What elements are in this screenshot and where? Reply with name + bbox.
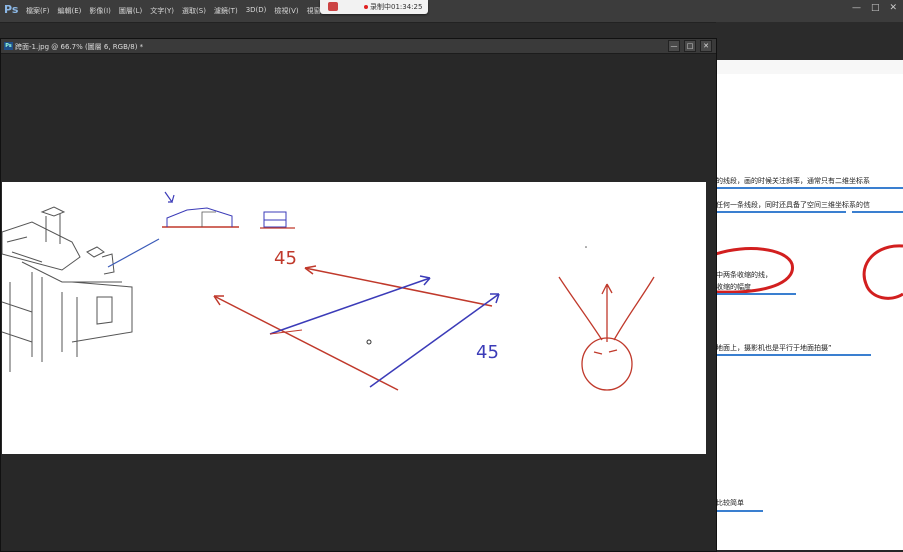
recording-time: 录制中01:34:25 [370, 3, 423, 11]
photoshop-logo: Ps [4, 3, 19, 16]
doc-close-icon[interactable]: ✕ [700, 40, 712, 52]
doc-minimize-icon[interactable]: — [668, 40, 680, 52]
minimize-icon[interactable]: — [852, 3, 861, 13]
menu-image[interactable]: 影像(I) [89, 6, 111, 16]
text-underline [716, 211, 846, 213]
doc-text-line: 的线段，画的时候关注斜率，通常只有二维坐标系 [716, 177, 870, 185]
menu-filter[interactable]: 濾鏡(T) [214, 6, 238, 16]
text-underline [716, 293, 796, 295]
doc-text-line: 比较简单 [716, 499, 744, 507]
browser-strip [716, 60, 903, 75]
perspective-lines [213, 265, 500, 391]
building-sketch [1, 206, 133, 372]
roof-diagram [162, 191, 295, 229]
ps-document-icon: Ps [4, 42, 13, 50]
image-canvas[interactable]: 45 45 [1, 182, 706, 454]
document-window-controls: — □ ✕ [668, 40, 712, 52]
sketch-drawing: 45 45 [1, 191, 655, 391]
close-icon[interactable]: ✕ [889, 3, 897, 13]
menu-edit[interactable]: 編輯(E) [58, 6, 82, 16]
text-underline [716, 187, 903, 189]
canvas-cursor [366, 339, 372, 345]
menu-file[interactable]: 檔案(F) [26, 6, 50, 16]
app-window-controls: — □ ✕ [852, 3, 897, 13]
record-dot-icon [364, 5, 368, 9]
menu-3d[interactable]: 3D(D) [246, 6, 267, 16]
text-underline [716, 510, 763, 512]
head-figure [558, 276, 655, 391]
recording-indicator[interactable]: 录制中01:34:25 [320, 0, 428, 14]
doc-text-line: 地面上，摄影机也是平行于地面拍摄” [716, 344, 832, 352]
doc-text-line: 任何一条线段，同时还具备了空间三维坐标系的信 [716, 201, 870, 209]
angle-label-right: 45 [476, 342, 499, 363]
doc-text-line: 收缩的幅度 [716, 283, 751, 291]
menu-layer[interactable]: 圖層(L) [119, 6, 142, 16]
doc-text-line: 中两条收缩的线， [716, 271, 772, 279]
document-title: 跨面-1.jpg @ 66.7% (圖層 6, RGB/8) * [15, 43, 144, 51]
recorder-app-icon [328, 2, 338, 11]
menu-select[interactable]: 選取(S) [182, 6, 206, 16]
pointer-line [107, 238, 160, 268]
background-document: 的线段，画的时候关注斜率，通常只有二维坐标系 任何一条线段，同时还具备了空间三维… [716, 74, 903, 550]
doc-maximize-icon[interactable]: □ [684, 40, 696, 52]
maximize-icon[interactable]: □ [871, 3, 880, 13]
angle-label-left: 45 [274, 248, 297, 269]
menu-type[interactable]: 文字(Y) [150, 6, 174, 16]
document-tab[interactable]: Ps 跨面-1.jpg @ 66.7% (圖層 6, RGB/8) * — □ … [1, 39, 716, 54]
panel-area [716, 22, 903, 60]
menu-bar: Ps 檔案(F) 編輯(E) 影像(I) 圖層(L) 文字(Y) 選取(S) 濾… [0, 0, 903, 23]
text-underline [852, 211, 903, 213]
menu-view[interactable]: 檢視(V) [274, 6, 298, 16]
text-underline [716, 354, 871, 356]
menu-list: 檔案(F) 編輯(E) 影像(I) 圖層(L) 文字(Y) 選取(S) 濾鏡(T… [26, 6, 341, 16]
